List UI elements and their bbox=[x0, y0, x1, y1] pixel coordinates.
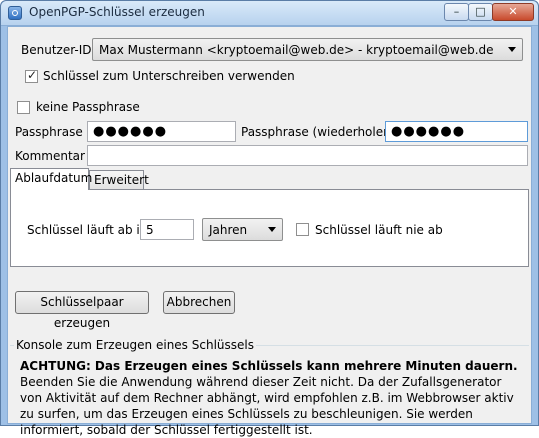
console-title: Konsole zum Erzeugen eines Schlüssels bbox=[14, 338, 256, 352]
expiry-number-value: 5 bbox=[146, 223, 154, 237]
passphrase-repeat-field[interactable]: ●●●●●● bbox=[385, 121, 528, 142]
dialog-window: OpenPGP-Schlüssel erzeugen – □ ✕ Benutze… bbox=[0, 0, 539, 437]
expiry-unit-value: Jahren bbox=[209, 223, 248, 237]
maximize-button[interactable]: □ bbox=[468, 3, 493, 21]
user-id-value: Max Mustermann <kryptoemail@web.de> - kr… bbox=[99, 43, 494, 57]
console-warning-text: Beenden Sie die Anwendung während dieser… bbox=[20, 375, 514, 437]
passphrase-field[interactable]: ●●●●●● bbox=[87, 121, 236, 142]
console-text: ACHTUNG: Das Erzeugen eines Schlüssels k… bbox=[20, 358, 523, 438]
expiry-label: Schlüssel läuft ab in bbox=[27, 223, 148, 237]
no-passphrase-checkbox[interactable] bbox=[17, 101, 30, 114]
passphrase-label: Passphrase bbox=[15, 125, 83, 139]
minimize-button[interactable]: – bbox=[444, 3, 469, 21]
passphrase-value: ●●●●●● bbox=[93, 124, 168, 139]
expiry-number-field[interactable]: 5 bbox=[140, 219, 194, 240]
chevron-down-icon bbox=[508, 47, 516, 52]
window-title: OpenPGP-Schlüssel erzeugen bbox=[29, 5, 205, 19]
comment-label: Kommentar bbox=[15, 149, 85, 163]
passphrase-repeat-label: Passphrase (wiederholen) bbox=[241, 125, 396, 139]
expiry-panel: Schlüssel läuft ab in 5 Jahren Schlüssel… bbox=[10, 189, 529, 267]
app-icon bbox=[8, 6, 22, 20]
close-button[interactable]: ✕ bbox=[492, 3, 534, 21]
console-warning-bold: ACHTUNG: Das Erzeugen eines Schlüssels k… bbox=[20, 359, 518, 373]
user-id-select[interactable]: Max Mustermann <kryptoemail@web.de> - kr… bbox=[92, 38, 523, 61]
comment-field[interactable] bbox=[87, 145, 528, 166]
generate-keypair-button[interactable]: Schlüsselpaar erzeugen bbox=[15, 291, 149, 330]
signing-checkbox[interactable] bbox=[25, 68, 38, 83]
user-id-label: Benutzer-ID bbox=[21, 43, 92, 57]
tab-label: Ablaufdatum bbox=[15, 171, 93, 185]
tab-ablaufdatum[interactable]: Ablaufdatum bbox=[10, 168, 93, 190]
chevron-down-icon bbox=[268, 227, 276, 232]
passphrase-repeat-value: ●●●●●● bbox=[391, 124, 466, 139]
never-expires-label: Schlüssel läuft nie ab bbox=[315, 223, 443, 237]
no-passphrase-label: keine Passphrase bbox=[36, 100, 140, 114]
expiry-unit-select[interactable]: Jahren bbox=[202, 218, 283, 241]
title-bar[interactable]: OpenPGP-Schlüssel erzeugen – □ ✕ bbox=[1, 1, 538, 26]
dialog-body: Benutzer-ID Max Mustermann <kryptoemail@… bbox=[7, 26, 532, 437]
tab-erweitert[interactable]: Erweitert bbox=[89, 170, 149, 190]
tab-label: Erweitert bbox=[94, 173, 149, 187]
never-expires-checkbox[interactable] bbox=[296, 223, 309, 236]
cancel-button[interactable]: Abbrechen bbox=[163, 291, 235, 314]
console-group: Konsole zum Erzeugen eines Schlüssels AC… bbox=[10, 338, 529, 437]
signing-label: Schlüssel zum Unterschreiben verwenden bbox=[43, 69, 295, 83]
